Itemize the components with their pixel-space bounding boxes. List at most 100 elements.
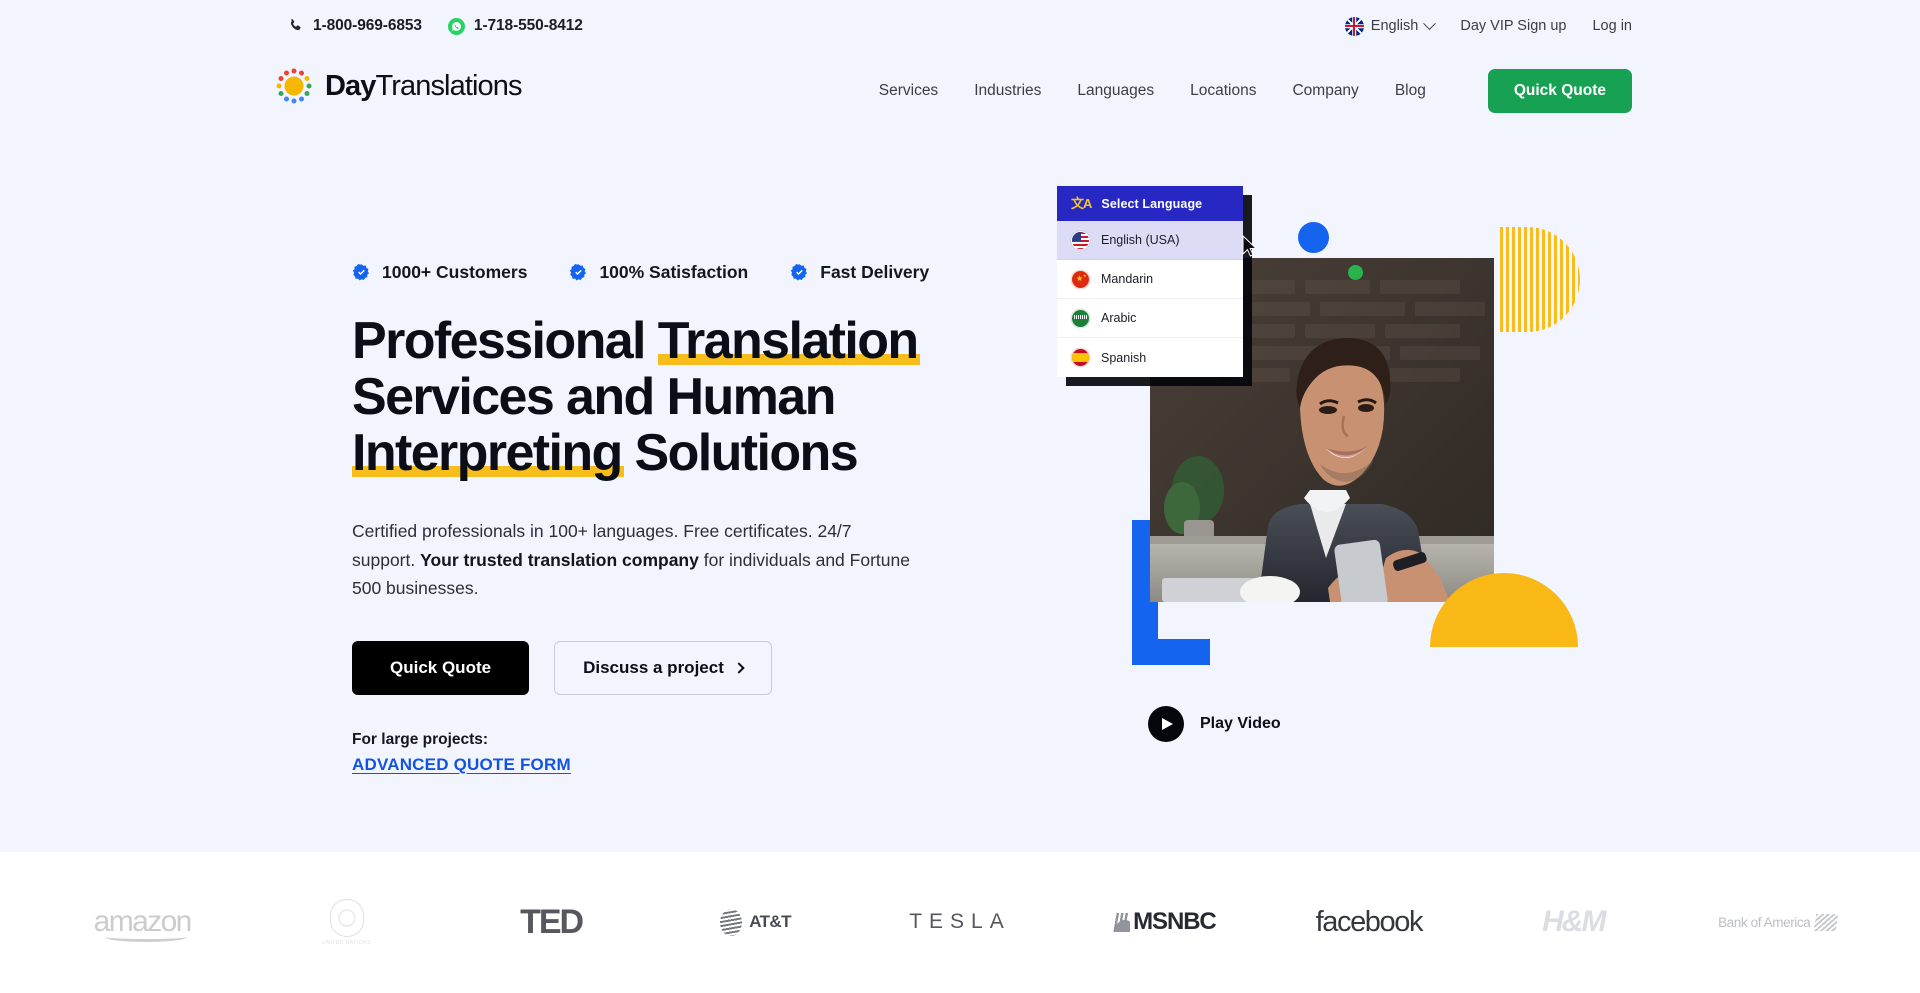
logo-text-day: Day	[325, 69, 376, 102]
chevron-right-icon	[733, 661, 745, 674]
cn-flag-icon: ★ ★	[1071, 269, 1090, 289]
large-projects-label: For large projects:	[352, 730, 489, 748]
whatsapp-contact[interactable]: 1-718-550-8412	[447, 17, 583, 35]
language-option-mandarin[interactable]: ★ ★ Mandarin	[1057, 260, 1243, 299]
vip-signup-link[interactable]: Day VIP Sign up	[1460, 18, 1566, 34]
striped-semicircle-decoration	[1500, 227, 1580, 332]
language-selector-header: 文A Select Language	[1057, 186, 1243, 221]
green-dot-decoration	[1348, 265, 1363, 280]
united-nations-logo: UNITED NATIONS	[322, 898, 372, 946]
page-title: Professional Translation Services and Hu…	[352, 313, 952, 481]
blue-dot-decoration	[1298, 222, 1329, 253]
badge-customers: 1000+ Customers	[352, 262, 527, 283]
nav-item-industries[interactable]: Industries	[956, 82, 1059, 100]
us-flag-icon	[1071, 230, 1090, 250]
translate-icon: 文A	[1071, 196, 1092, 211]
nav-item-services[interactable]: Services	[861, 82, 956, 100]
play-icon	[1148, 706, 1184, 742]
whatsapp-number: 1-718-550-8412	[473, 17, 583, 34]
discuss-project-button[interactable]: Discuss a project	[554, 640, 772, 695]
language-selector-card: 文A Select Language English (USA) ★ ★ Mand…	[1057, 186, 1257, 377]
phone-number: 1-800-969-6853	[313, 17, 422, 34]
att-logo: AT&T	[720, 908, 791, 936]
amazon-logo: amazon	[93, 905, 192, 942]
language-option-english[interactable]: English (USA)	[1057, 221, 1257, 260]
hero-description-bold: Your trusted translation company	[420, 549, 699, 570]
att-globe-icon	[720, 908, 743, 936]
nav-item-locations[interactable]: Locations	[1172, 82, 1274, 100]
boa-flag-icon	[1814, 913, 1839, 931]
verified-check-icon	[352, 263, 370, 281]
advanced-quote-form-link[interactable]: ADVANCED QUOTE FORM	[352, 755, 571, 774]
language-option-spanish[interactable]: Spanish	[1057, 338, 1243, 377]
mouse-cursor-icon	[1242, 235, 1257, 257]
hero-cta-row: Quick Quote Discuss a project	[352, 640, 952, 695]
es-flag-icon	[1071, 348, 1090, 367]
language-option-spanish-label: Spanish	[1101, 350, 1147, 365]
play-video-label: Play Video	[1200, 715, 1281, 732]
chevron-down-icon	[1423, 16, 1437, 30]
bank-of-america-logo: Bank of America	[1718, 913, 1839, 931]
phone-contact[interactable]: 1-800-969-6853	[288, 17, 422, 35]
facebook-logo: facebook	[1315, 905, 1424, 938]
language-switcher[interactable]: English	[1344, 16, 1437, 36]
language-selector-title: Select Language	[1101, 196, 1203, 211]
bank-of-america-label: Bank of America	[1718, 914, 1811, 930]
contact-group: 1-800-969-6853 1-718-550-8412	[288, 17, 583, 35]
whatsapp-icon	[447, 17, 465, 35]
language-option-arabic-label: Arabic	[1101, 311, 1137, 325]
header-quick-quote-button[interactable]: Quick Quote	[1487, 69, 1632, 113]
verified-check-icon	[570, 263, 587, 281]
msnbc-label: MSNBC	[1133, 908, 1217, 935]
hero-media: 文A Select Language English (USA) ★ ★ Mand…	[1030, 186, 1590, 750]
headline-line2: Services and Human	[352, 368, 836, 426]
hero-section: 1-800-969-6853 1-718-550-8412 English Da…	[0, 0, 1920, 852]
client-logo-united-nations: UNITED NATIONS	[244, 898, 448, 946]
client-logo-facebook: facebook	[1267, 900, 1471, 944]
language-option-arabic[interactable]: Arabic	[1057, 299, 1243, 338]
badge-satisfaction-label: 100% Satisfaction	[599, 262, 749, 282]
hm-logo: H&M	[1542, 905, 1606, 938]
headline-line3-plain: Solutions	[621, 424, 859, 482]
united-nations-label: UNITED NATIONS	[322, 939, 372, 946]
headline-line1-plain: Professional	[352, 312, 658, 370]
utility-top-bar: 1-800-969-6853 1-718-550-8412 English Da…	[0, 0, 1920, 52]
nav-item-company[interactable]: Company	[1274, 82, 1376, 100]
client-logo-hm: H&M	[1471, 900, 1675, 944]
site-header: DayTranslations Services Industries Lang…	[0, 52, 1920, 130]
client-logo-ted: TED	[449, 900, 653, 944]
site-logo[interactable]: DayTranslations	[274, 66, 522, 106]
main-navigation: Services Industries Languages Locations …	[861, 52, 1632, 130]
nav-item-blog[interactable]: Blog	[1377, 82, 1444, 100]
language-option-mandarin-label: Mandarin	[1101, 272, 1154, 286]
ted-logo: TED	[520, 902, 584, 941]
language-switcher-label: English	[1370, 18, 1419, 34]
hero-description: Certified professionals in 100+ language…	[352, 517, 912, 603]
sa-flag-icon	[1071, 308, 1090, 328]
client-logo-strip: amazon UNITED NATIONS TED AT&T TESLA MSN…	[0, 852, 1920, 993]
language-option-english-label: English (USA)	[1101, 233, 1180, 247]
client-logo-amazon: amazon	[40, 900, 244, 944]
discuss-project-label: Discuss a project	[583, 657, 724, 677]
login-link[interactable]: Log in	[1592, 18, 1632, 34]
badge-delivery-label: Fast Delivery	[820, 262, 930, 282]
hero-content: 1000+ Customers 100% Satisfaction Fast D…	[352, 262, 952, 775]
badge-satisfaction: 100% Satisfaction	[569, 262, 748, 283]
client-logo-tesla: TESLA	[858, 900, 1062, 944]
headline-highlight-interpreting: Interpreting	[352, 424, 624, 482]
badge-delivery: Fast Delivery	[790, 262, 929, 283]
un-emblem-icon	[329, 898, 364, 937]
large-projects-block: For large projects: ADVANCED QUOTE FORM	[352, 731, 952, 775]
hero-quick-quote-button[interactable]: Quick Quote	[352, 640, 530, 695]
trust-badges: 1000+ Customers 100% Satisfaction Fast D…	[352, 262, 952, 283]
msnbc-logo: MSNBC	[1113, 908, 1217, 936]
verified-check-icon	[791, 263, 808, 281]
play-video-button[interactable]: Play Video	[1148, 706, 1281, 742]
nav-item-languages[interactable]: Languages	[1059, 82, 1172, 100]
tesla-logo: TESLA	[909, 910, 1011, 933]
client-logo-msnbc: MSNBC	[1062, 900, 1266, 944]
topbar-links: English Day VIP Sign up Log in	[1344, 16, 1632, 36]
uk-flag-icon	[1344, 16, 1364, 36]
att-label: AT&T	[749, 912, 791, 931]
phone-icon	[288, 18, 304, 34]
